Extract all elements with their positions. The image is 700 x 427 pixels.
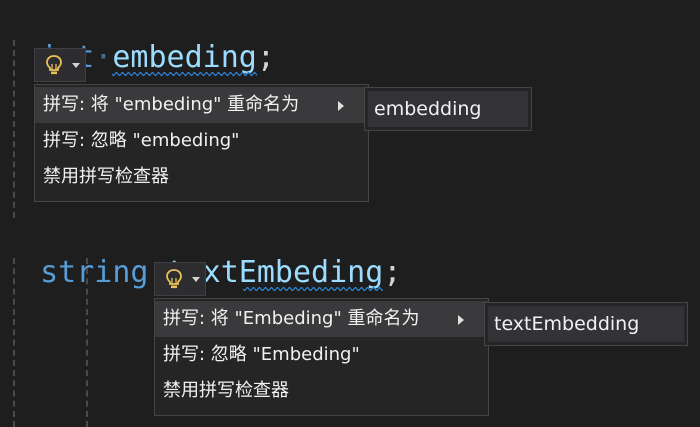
- chevron-down-icon[interactable]: [192, 276, 200, 282]
- menu-item-label: 拼写: 将 "Embeding" 重命名为: [163, 308, 420, 329]
- menu-item-label: 拼写: 将 "embeding" 重命名为: [43, 94, 300, 115]
- chevron-right-icon: [338, 101, 344, 111]
- menu-item-disable-spellchecker[interactable]: 禁用拼写检查器: [155, 373, 488, 409]
- menu-item-ignore[interactable]: 拼写: 忽略 "Embeding": [155, 337, 488, 373]
- quick-actions-button[interactable]: [154, 262, 206, 296]
- menu-item-rename[interactable]: 拼写: 将 "Embeding" 重命名为: [155, 301, 488, 337]
- chevron-down-icon[interactable]: [72, 62, 80, 68]
- menu-item-label: 禁用拼写检查器: [43, 166, 169, 187]
- suggestion-item[interactable]: embedding: [368, 91, 528, 127]
- quick-actions-button[interactable]: [34, 48, 86, 82]
- semicolon: ;: [256, 40, 275, 75]
- lightbulb-icon: [46, 55, 62, 75]
- misspelled-identifier[interactable]: embeding: [112, 40, 257, 76]
- spelling-squiggle: [112, 72, 257, 76]
- menu-item-disable-spellchecker[interactable]: 禁用拼写检查器: [35, 159, 368, 195]
- whitespace-dot: ·: [94, 40, 113, 75]
- menu-item-ignore[interactable]: 拼写: 忽略 "embeding": [35, 123, 368, 159]
- menu-item-rename[interactable]: 拼写: 将 "embeding" 重命名为: [35, 87, 368, 123]
- keyword-string: string: [40, 255, 149, 290]
- rename-suggestions-submenu: embedding: [364, 87, 532, 131]
- menu-item-label: 禁用拼写检查器: [163, 380, 289, 401]
- spelling-squiggle: [242, 287, 384, 291]
- code-line-1: int·embeding;: [4, 4, 275, 76]
- rename-suggestions-submenu: textEmbedding: [484, 302, 688, 346]
- quick-actions-menu: 拼写: 将 "embeding" 重命名为 拼写: 忽略 "embeding" …: [34, 84, 369, 202]
- code-line-2: string·textEmbeding;: [4, 219, 401, 291]
- chevron-right-icon: [458, 315, 464, 325]
- menu-item-label: 拼写: 忽略 "embeding": [43, 130, 240, 151]
- semicolon: ;: [383, 255, 402, 290]
- menu-item-label: 拼写: 忽略 "Embeding": [163, 344, 360, 365]
- quick-actions-menu: 拼写: 将 "Embeding" 重命名为 拼写: 忽略 "Embeding" …: [154, 298, 489, 416]
- suggestion-item[interactable]: textEmbedding: [488, 306, 684, 342]
- lightbulb-icon: [166, 269, 182, 289]
